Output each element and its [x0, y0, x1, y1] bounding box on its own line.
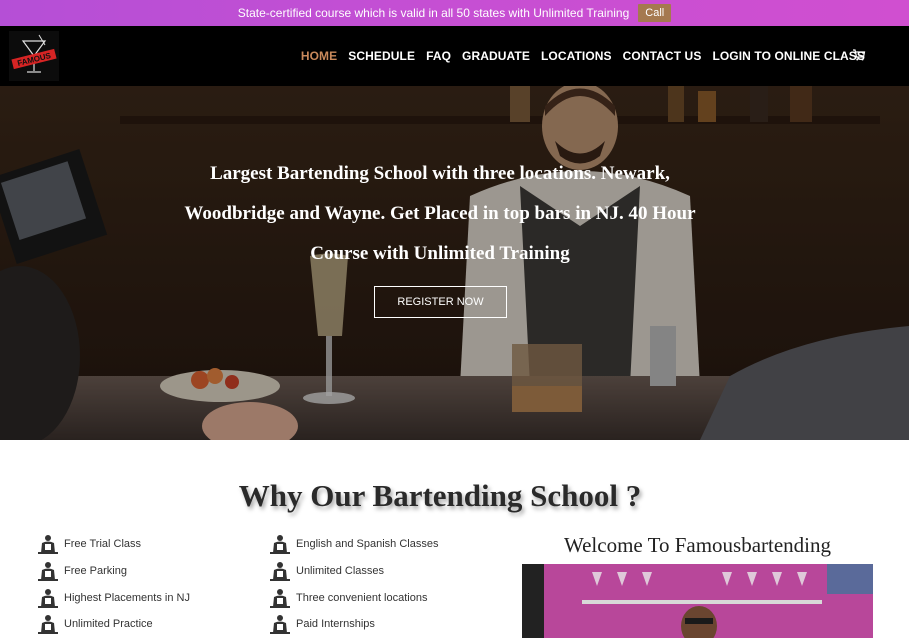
- site-header: FAMOUS HOME SCHEDULE FAQ GRADUATE LOCATI…: [0, 26, 909, 86]
- bartender-icon: [38, 562, 58, 582]
- feature-label: Free Trial Class: [64, 538, 142, 551]
- announcement-text: State-certified course which is valid in…: [237, 6, 630, 20]
- list-item: English and Spanish Classes: [270, 531, 438, 558]
- hero-title: Largest Bartending School with three loc…: [184, 163, 696, 264]
- features-list-left: Free Trial Class Free Parking Highest Pl…: [38, 531, 190, 638]
- bartender-icon: [38, 535, 58, 555]
- feature-label: Three convenient locations: [296, 591, 428, 604]
- nav-contact-us[interactable]: CONTACT US: [623, 49, 702, 63]
- bartender-icon: [38, 588, 58, 608]
- nav-faq[interactable]: FAQ: [426, 49, 451, 63]
- bartender-icon: [270, 588, 290, 608]
- list-item: Three convenient locations: [270, 584, 438, 611]
- feature-label: Unlimited Practice: [64, 618, 153, 631]
- site-logo[interactable]: FAMOUS: [9, 31, 59, 81]
- register-now-button[interactable]: REGISTER NOW: [374, 286, 507, 318]
- main-nav: HOME SCHEDULE FAQ GRADUATE LOCATIONS CON…: [290, 26, 865, 86]
- welcome-title: Welcome To Famousbartending: [563, 533, 832, 557]
- features-list-right: English and Spanish Classes Unlimited Cl…: [270, 531, 438, 638]
- bartender-icon: [38, 615, 58, 635]
- bartender-icon: [270, 535, 290, 555]
- bartender-icon: [270, 562, 290, 582]
- nav-schedule[interactable]: SCHEDULE: [348, 49, 415, 63]
- nav-home[interactable]: HOME: [301, 49, 337, 63]
- list-item: Unlimited Practice: [38, 611, 190, 638]
- list-item: Free Trial Class: [38, 531, 190, 558]
- nav-locations[interactable]: LOCATIONS: [541, 49, 612, 63]
- call-button[interactable]: Call: [638, 4, 672, 22]
- announcement-bar: State-certified course which is valid in…: [0, 0, 909, 26]
- list-item: Free Parking: [38, 558, 190, 585]
- list-item: Paid Internships: [270, 611, 438, 638]
- hero-banner: Largest Bartending School with three loc…: [0, 86, 909, 440]
- nav-graduate[interactable]: GRADUATE: [462, 49, 530, 63]
- list-item: Highest Placements in NJ: [38, 584, 190, 611]
- feature-label: Unlimited Classes: [296, 565, 385, 578]
- cart-icon[interactable]: [852, 48, 866, 62]
- feature-label: Free Parking: [64, 565, 127, 578]
- list-item: Unlimited Classes: [270, 558, 438, 585]
- feature-label: English and Spanish Classes: [296, 538, 439, 551]
- nav-login-online-class[interactable]: LOGIN TO ONLINE CLASS: [712, 49, 865, 63]
- feature-label: Paid Internships: [296, 618, 375, 631]
- welcome-image[interactable]: [522, 564, 873, 638]
- features-title: Why Our Bartending School ?: [238, 478, 642, 513]
- feature-label: Highest Placements in NJ: [64, 591, 190, 604]
- bartender-icon: [270, 615, 290, 635]
